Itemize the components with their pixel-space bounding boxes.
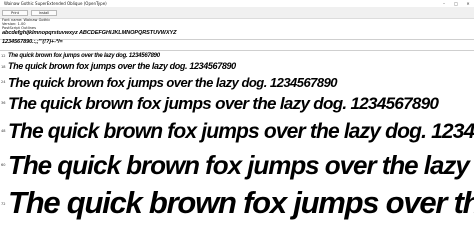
sample-size-label: 72 xyxy=(1,202,6,206)
divider xyxy=(0,50,474,51)
charset-symbols: 1234567890.:,;'"(!?)+-*/= xyxy=(2,39,63,45)
sample-text: The quick brown fox jumps over the lazy … xyxy=(8,185,474,220)
sample-text: The quick brown fox jumps over the lazy … xyxy=(8,53,160,59)
sample-row: 24 The quick brown fox jumps over the la… xyxy=(0,74,474,90)
print-button[interactable]: Print xyxy=(2,10,28,16)
sample-row: 18 The quick brown fox jumps over the la… xyxy=(0,61,474,73)
sample-size-label: 48 xyxy=(1,129,6,133)
title-bar: Wainaw Gothic SuperExtended Oblique (Ope… xyxy=(0,0,474,7)
sample-text: The quick brown fox jumps over the lazy … xyxy=(8,150,474,180)
sample-row: 60 The quick brown fox jumps over the la… xyxy=(0,148,474,182)
divider xyxy=(0,39,474,40)
sample-text: The quick brown fox jumps over the lazy … xyxy=(8,61,236,71)
sample-row: 72 The quick brown fox jumps over the la… xyxy=(0,184,474,224)
toolbar: Print Install xyxy=(0,7,474,19)
sample-size-label: 12 xyxy=(1,54,6,58)
sample-text: The quick brown fox jumps over the lazy … xyxy=(8,75,338,90)
sample-text: The quick brown fox jumps over the lazy … xyxy=(8,120,474,143)
sample-row: 36 The quick brown fox jumps over the la… xyxy=(0,92,474,114)
minimize-icon[interactable]: – xyxy=(438,0,450,7)
maximize-icon[interactable]: □ xyxy=(450,0,462,7)
sample-size-label: 60 xyxy=(1,163,6,167)
sample-size-label: 24 xyxy=(1,80,6,84)
sample-row: 12 The quick brown fox jumps over the la… xyxy=(0,52,474,60)
sample-text: The quick brown fox jumps over the lazy … xyxy=(8,94,439,113)
sample-row: 48 The quick brown fox jumps over the la… xyxy=(0,117,474,145)
sample-size-label: 36 xyxy=(1,101,6,105)
sample-size-label: 18 xyxy=(1,65,6,69)
font-viewer-window: Wainaw Gothic SuperExtended Oblique (Ope… xyxy=(0,0,474,241)
charset-letters: abcdefghijklmnopqrstuvwxyz ABCDEFGHIJKLM… xyxy=(2,30,177,36)
window-controls: – □ ✕ xyxy=(438,0,474,7)
install-button[interactable]: Install xyxy=(31,10,57,16)
close-icon[interactable]: ✕ xyxy=(462,0,474,7)
window-title: Wainaw Gothic SuperExtended Oblique (Ope… xyxy=(4,1,107,6)
